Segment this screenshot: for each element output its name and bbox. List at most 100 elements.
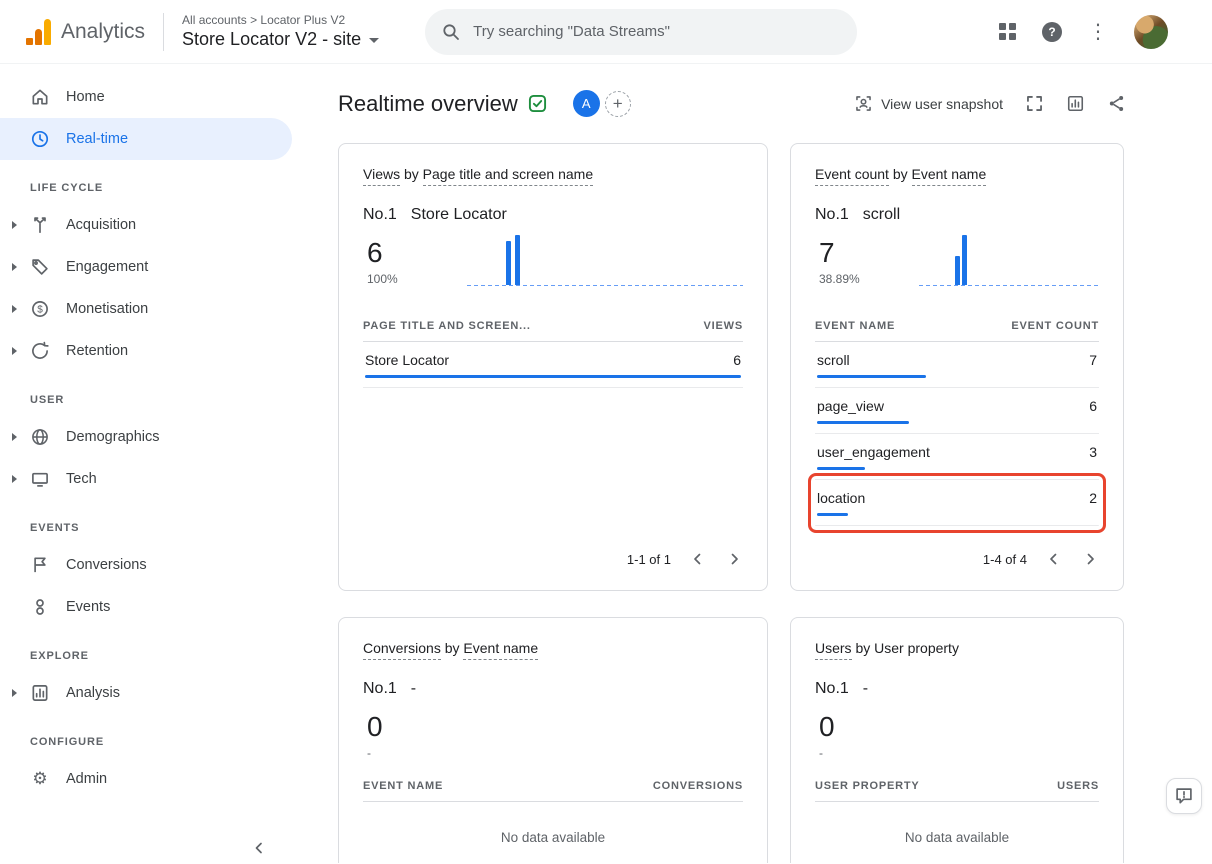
expand-arrow-icon	[12, 433, 17, 441]
add-comparison-button[interactable]: +	[605, 91, 631, 117]
tech-icon	[30, 469, 50, 489]
sidebar-item-realtime[interactable]: Real-time	[0, 118, 292, 160]
sidebar-item-monetisation[interactable]: $ Monetisation	[0, 288, 292, 330]
divider	[163, 13, 164, 51]
search-bar[interactable]	[425, 9, 857, 55]
dimension-selector[interactable]: Event name	[463, 640, 538, 660]
card-users-by-user-property: Users by User property No.1- 0 - USER PR…	[790, 617, 1124, 863]
page-title: Realtime overview	[338, 91, 518, 117]
sidebar-item-admin[interactable]: ⚙ Admin	[0, 758, 292, 800]
row-value-bar	[817, 375, 926, 378]
breadcrumb[interactable]: All accounts > Locator Plus V2	[182, 13, 379, 27]
card-title: Views by Page title and screen name	[363, 166, 743, 182]
brand-name: Analytics	[61, 20, 145, 44]
sidebar-section-life-cycle: LIFE CYCLE	[0, 160, 300, 204]
card-views-by-page-title: Views by Page title and screen name No.1…	[338, 143, 768, 591]
sidebar-section-user: USER	[0, 372, 300, 416]
kebab-menu-icon[interactable]: ⋮	[1088, 22, 1108, 42]
topbar: Analytics All accounts > Locator Plus V2…	[0, 0, 1212, 64]
pagination-prev-icon[interactable]	[1045, 550, 1063, 568]
card-title: Event count by Event name	[815, 166, 1099, 182]
table-header: EVENT NAMEEVENT COUNT	[815, 320, 1099, 342]
gear-icon: ⚙	[30, 769, 50, 789]
customize-report-icon[interactable]	[1066, 94, 1085, 113]
svg-text:$: $	[37, 305, 43, 316]
metric-selector[interactable]: Users	[815, 640, 852, 660]
realtime-active-icon	[528, 94, 547, 113]
pagination: 1-4 of 4	[815, 540, 1099, 568]
sidebar-section-configure: CONFIGURE	[0, 714, 300, 758]
sidebar-item-home[interactable]: Home	[0, 76, 292, 118]
sidebar-item-acquisition[interactable]: Acquisition	[0, 204, 292, 246]
top-result: No.1scroll	[815, 206, 1099, 224]
row-value-bar	[817, 513, 848, 516]
property-switcher[interactable]: All accounts > Locator Plus V2 Store Loc…	[182, 13, 379, 50]
help-icon[interactable]: ?	[1042, 22, 1062, 42]
expand-arrow-icon	[12, 221, 17, 229]
top-result: No.1Store Locator	[363, 206, 743, 224]
table-header: PAGE TITLE AND SCREEN...VIEWS	[363, 320, 743, 342]
sidebar-section-events: EVENTS	[0, 500, 300, 544]
sidebar-item-tech[interactable]: Tech	[0, 458, 292, 500]
clock-icon	[30, 129, 50, 149]
card-event-count-by-event-name: Event count by Event name No.1scroll 7 3…	[790, 143, 1124, 591]
sidebar-item-events[interactable]: Events	[0, 586, 292, 628]
avatar[interactable]	[1134, 15, 1168, 49]
metric-selector[interactable]: Event count	[815, 166, 889, 186]
sparkline-chart	[919, 236, 1099, 286]
metric-selector[interactable]: Conversions	[363, 640, 441, 660]
table-header: USER PROPERTYUSERS	[815, 780, 1099, 802]
table-row-highlighted: location 2	[815, 480, 1099, 526]
sidebar-item-engagement[interactable]: Engagement	[0, 246, 292, 288]
property-name: Store Locator V2 - site	[182, 29, 361, 50]
expand-arrow-icon	[12, 305, 17, 313]
pagination-next-icon[interactable]	[1081, 550, 1099, 568]
view-user-snapshot-button[interactable]: View user snapshot	[854, 94, 1003, 113]
sidebar-item-demographics[interactable]: Demographics	[0, 416, 292, 458]
row-value-bar	[817, 467, 865, 470]
topbar-actions: ? ⋮	[999, 15, 1168, 49]
expand-arrow-icon	[12, 263, 17, 271]
engagement-icon	[30, 257, 50, 277]
demographics-icon	[30, 427, 50, 447]
metric-selector[interactable]: Views	[363, 166, 400, 186]
dimension-selector[interactable]: Page title and screen name	[423, 166, 593, 186]
sidebar-item-conversions[interactable]: Conversions	[0, 544, 292, 586]
pagination-prev-icon[interactable]	[689, 550, 707, 568]
metric-value: 6	[367, 236, 453, 270]
sparkline-chart	[467, 236, 743, 286]
monetisation-icon: $	[30, 299, 50, 319]
sidebar-item-retention[interactable]: Retention	[0, 330, 292, 372]
analysis-icon	[30, 683, 50, 703]
pagination-next-icon[interactable]	[725, 550, 743, 568]
metric-value: 0	[819, 710, 905, 744]
search-input[interactable]	[473, 23, 841, 40]
table-row: user_engagement 3	[815, 434, 1099, 480]
analytics-home-link[interactable]: Analytics	[26, 19, 145, 45]
table-row: scroll 7	[815, 342, 1099, 388]
sidebar-item-analysis[interactable]: Analysis	[0, 672, 292, 714]
table-row: Store Locator 6	[363, 342, 743, 388]
card-title: Conversions by Event name	[363, 640, 743, 656]
sidebar-section-explore: EXPLORE	[0, 628, 300, 672]
share-icon[interactable]	[1107, 94, 1126, 113]
table-header: EVENT NAMECONVERSIONS	[363, 780, 743, 802]
feedback-button[interactable]	[1166, 778, 1202, 814]
row-value-bar	[817, 421, 909, 424]
sidebar: Home Real-time LIFE CYCLE Acquisition	[0, 64, 300, 863]
sidebar-collapse-button[interactable]	[250, 839, 268, 857]
events-icon	[30, 597, 50, 617]
expand-arrow-icon	[12, 475, 17, 483]
empty-state: No data available	[363, 830, 743, 845]
comparison-chip[interactable]: A	[573, 90, 600, 117]
retention-icon	[30, 341, 50, 361]
analytics-logo-icon	[26, 19, 51, 45]
dimension-selector[interactable]: Event name	[912, 166, 987, 186]
flag-icon	[30, 555, 50, 575]
apps-grid-icon[interactable]	[999, 23, 1016, 40]
top-result: No.1-	[363, 680, 743, 698]
expand-arrow-icon	[12, 347, 17, 355]
search-icon	[441, 22, 461, 42]
fullscreen-icon[interactable]	[1025, 94, 1044, 113]
home-icon	[30, 87, 50, 107]
